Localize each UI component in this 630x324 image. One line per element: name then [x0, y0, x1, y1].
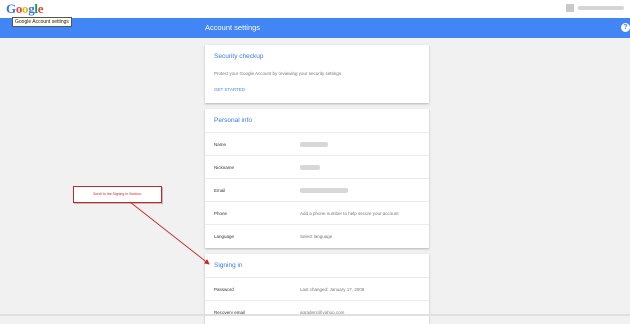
- signing-in-row-recovery-email[interactable]: Recovery email agraders@yahoo.com: [205, 300, 429, 324]
- google-logo[interactable]: Google: [6, 1, 44, 17]
- annotation-text: Scroll to the Signing In Section.: [93, 192, 142, 196]
- account-name-redacted: [578, 6, 624, 10]
- top-bar: Google: [0, 0, 630, 18]
- personal-info-row-phone[interactable]: Phone Add a phone number to help secure …: [205, 201, 429, 225]
- row-label: Phone: [214, 211, 228, 216]
- page-title: Account settings: [205, 23, 261, 32]
- avatar: [566, 4, 574, 12]
- personal-info-row-email[interactable]: Email: [205, 178, 429, 202]
- security-checkup-card: Security checkup Protect your Google Acc…: [205, 45, 429, 103]
- get-started-button[interactable]: GET STARTED: [214, 87, 245, 92]
- personal-info-card: Personal info Name Nickname Email Phone …: [205, 109, 429, 248]
- phone-value: Add a phone number to help secure your a…: [300, 211, 399, 216]
- nickname-value-redacted: [300, 165, 320, 170]
- row-label: Password: [214, 287, 234, 292]
- signing-in-title: Signing in: [214, 262, 243, 269]
- email-value-redacted: [300, 188, 348, 193]
- header-bar: Account settings ?: [0, 18, 630, 38]
- language-value: Select language: [300, 234, 333, 239]
- name-value-redacted: [300, 142, 328, 147]
- password-value: Last changed: January 17, 2008: [300, 287, 365, 292]
- row-label: Name: [214, 142, 227, 147]
- account-switcher[interactable]: [566, 4, 624, 12]
- personal-info-row-nickname[interactable]: Nickname: [205, 155, 429, 179]
- security-checkup-title[interactable]: Security checkup: [214, 53, 264, 60]
- logo-tooltip: Google Account settings: [12, 17, 72, 27]
- personal-info-row-name[interactable]: Name: [205, 132, 429, 156]
- personal-info-title: Personal info: [214, 117, 252, 124]
- annotation-callout: Scroll to the Signing In Section.: [73, 186, 162, 203]
- personal-info-row-language[interactable]: Language Select language: [205, 224, 429, 248]
- row-label: Nickname: [214, 165, 235, 170]
- row-label: Language: [214, 234, 235, 239]
- help-icon[interactable]: ?: [621, 23, 630, 32]
- row-label: Email: [214, 188, 226, 193]
- security-checkup-description: Protect your Google Account by reviewing…: [214, 71, 343, 76]
- signing-in-row-password[interactable]: Password Last changed: January 17, 2008: [205, 277, 429, 301]
